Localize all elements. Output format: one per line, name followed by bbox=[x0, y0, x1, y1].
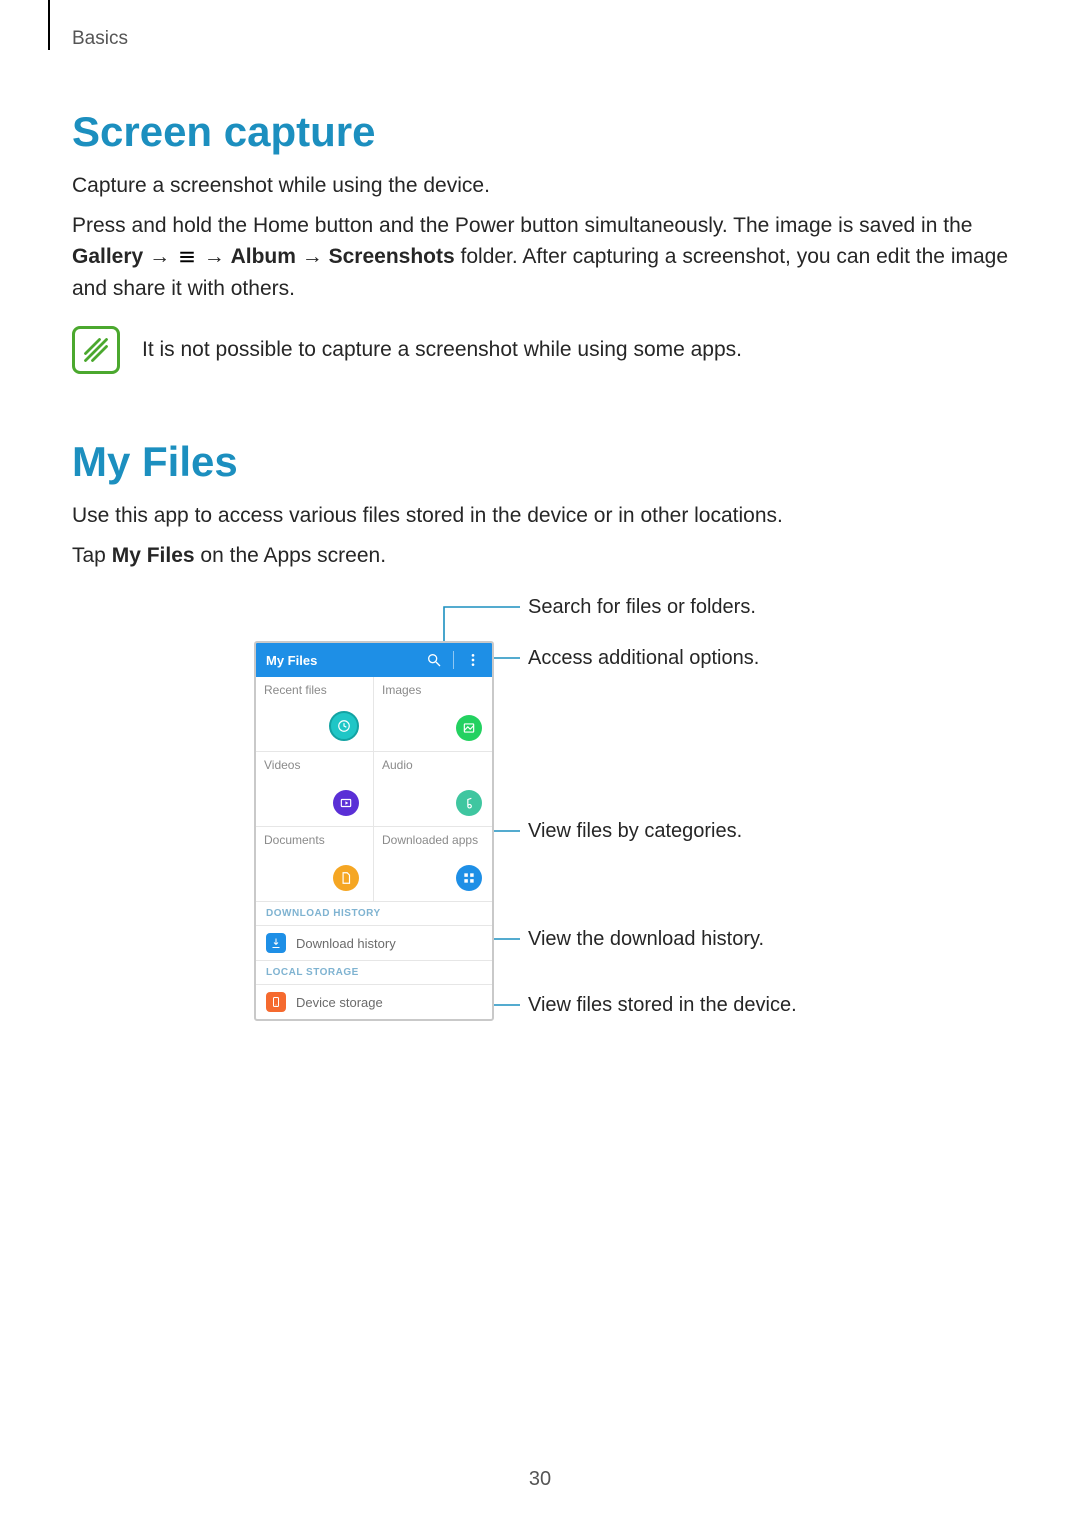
category-grid: Recent files Images Videos bbox=[256, 677, 492, 902]
page-number: 30 bbox=[0, 1468, 1080, 1491]
tile-label: Recent files bbox=[264, 683, 327, 697]
callout-history: View the download history. bbox=[528, 928, 764, 951]
tile-label: Images bbox=[382, 683, 421, 697]
app-bar: My Files bbox=[256, 643, 492, 677]
arrow: → bbox=[149, 245, 176, 268]
note: It is not possible to capture a screensh… bbox=[72, 326, 1008, 374]
arrow: → bbox=[302, 245, 329, 268]
search-icon[interactable] bbox=[425, 651, 443, 669]
tile-documents[interactable]: Documents bbox=[256, 827, 374, 902]
tile-recent[interactable]: Recent files bbox=[256, 677, 374, 752]
section-download-history: DOWNLOAD HISTORY bbox=[256, 902, 492, 926]
note-icon bbox=[72, 326, 120, 374]
tile-videos[interactable]: Videos bbox=[256, 752, 374, 827]
device-icon bbox=[266, 992, 286, 1012]
document-page: Basics Screen capture Capture a screensh… bbox=[0, 0, 1080, 1041]
my-files-intro: Use this app to access various files sto… bbox=[72, 500, 1008, 532]
text: Press and hold the Home button and the P… bbox=[72, 214, 972, 237]
row-label: Download history bbox=[296, 936, 396, 951]
note-text: It is not possible to capture a screensh… bbox=[142, 334, 742, 366]
callout-storage: View files stored in the device. bbox=[528, 994, 797, 1017]
download-icon bbox=[266, 933, 286, 953]
music-icon bbox=[456, 790, 482, 816]
my-files-label: My Files bbox=[112, 544, 195, 567]
tile-label: Videos bbox=[264, 758, 300, 772]
text: Tap bbox=[72, 544, 112, 567]
more-options-icon[interactable] bbox=[464, 651, 482, 669]
callout-search: Search for files or folders. bbox=[528, 596, 756, 619]
tile-label: Audio bbox=[382, 758, 413, 772]
arrow: → bbox=[204, 245, 231, 268]
app-title: My Files bbox=[266, 653, 317, 668]
menu-icon bbox=[178, 248, 196, 266]
screen-capture-intro: Capture a screenshot while using the dev… bbox=[72, 170, 1008, 202]
clock-icon bbox=[329, 711, 359, 741]
album-label: Album bbox=[231, 245, 296, 268]
gallery-label: Gallery bbox=[72, 245, 143, 268]
breadcrumb: Basics bbox=[72, 28, 1008, 50]
apps-icon bbox=[456, 865, 482, 891]
section-local-storage: LOCAL STORAGE bbox=[256, 961, 492, 985]
callout-categories: View files by categories. bbox=[528, 820, 742, 843]
my-files-instruction: Tap My Files on the Apps screen. bbox=[72, 540, 1008, 572]
document-icon bbox=[333, 865, 359, 891]
page-rule bbox=[48, 0, 50, 50]
tile-audio[interactable]: Audio bbox=[374, 752, 492, 827]
app-bar-actions bbox=[425, 651, 482, 669]
callout-options: Access additional options. bbox=[528, 647, 759, 670]
image-icon bbox=[456, 715, 482, 741]
row-download-history[interactable]: Download history bbox=[256, 926, 492, 961]
video-icon bbox=[333, 790, 359, 816]
tile-images[interactable]: Images bbox=[374, 677, 492, 752]
screenshots-label: Screenshots bbox=[329, 245, 455, 268]
row-device-storage[interactable]: Device storage bbox=[256, 985, 492, 1019]
phone-mock: My Files Recent files bbox=[254, 641, 494, 1021]
heading-screen-capture: Screen capture bbox=[72, 108, 1008, 156]
divider bbox=[453, 651, 454, 669]
row-label: Device storage bbox=[296, 995, 383, 1010]
tile-label: Downloaded apps bbox=[382, 833, 478, 847]
tile-downloaded-apps[interactable]: Downloaded apps bbox=[374, 827, 492, 902]
tile-label: Documents bbox=[264, 833, 325, 847]
heading-my-files: My Files bbox=[72, 438, 1008, 486]
text: on the Apps screen. bbox=[200, 544, 386, 567]
my-files-figure: My Files Recent files bbox=[180, 601, 900, 1041]
screen-capture-instructions: Press and hold the Home button and the P… bbox=[72, 210, 1008, 305]
